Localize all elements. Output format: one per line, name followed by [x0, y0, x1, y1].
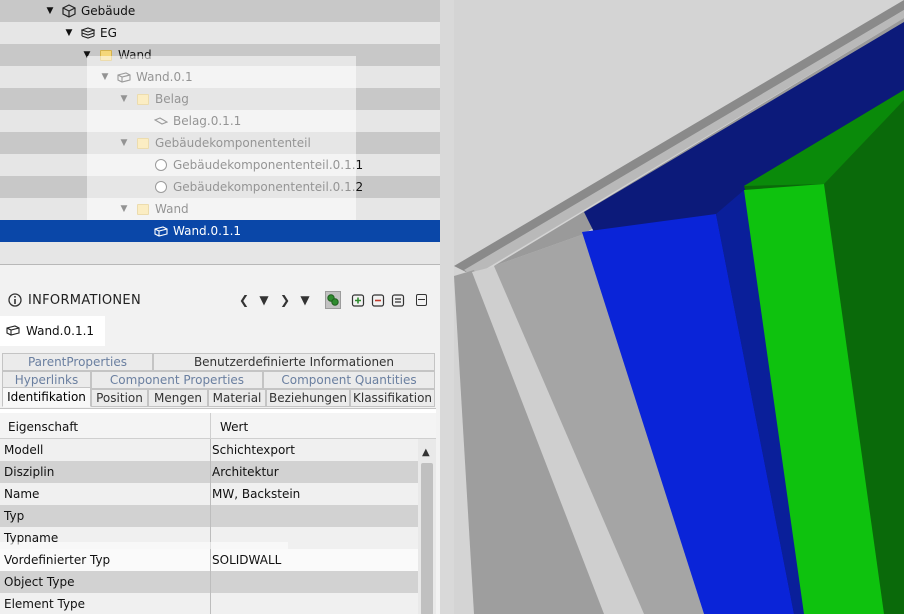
circle-icon	[154, 158, 168, 172]
tab-identifikation[interactable]: Identifikation	[2, 387, 91, 407]
tree-item-gebaeudekomponententeil-folder[interactable]: ▼ Gebäudekomponententeil	[0, 132, 440, 154]
selected-element-name: Wand.0.1.1	[0, 316, 105, 346]
building-icon	[62, 4, 76, 18]
panel-layout-icon[interactable]	[413, 291, 429, 309]
table-row[interactable]: Disziplin Architektur	[0, 461, 418, 483]
tree-item-gebaeudekomponententeil-0-1-2[interactable]: Gebäudekomponententeil.0.1.2	[0, 176, 440, 198]
scroll-up-icon[interactable]: ▲	[422, 447, 430, 458]
tab-material[interactable]: Material	[208, 389, 266, 407]
grid-header: Eigenschaft Wert	[0, 413, 436, 439]
panel-splitter[interactable]	[440, 0, 454, 614]
table-row[interactable]: Name MW, Backstein	[0, 483, 418, 505]
table-row[interactable]: Typ	[0, 505, 418, 527]
wall-icon	[154, 224, 168, 238]
tree-item-label: Gebäude	[81, 4, 136, 18]
add-item-icon[interactable]	[350, 291, 366, 309]
tab-position[interactable]: Position	[91, 389, 148, 407]
select-object-icon[interactable]	[325, 291, 341, 309]
tab-component-quantities[interactable]: Component Quantities	[263, 371, 435, 389]
tree-item-wand-0-1[interactable]: ▼ Wand.0.1	[0, 66, 440, 88]
tree-item-label: Gebäudekomponententeil.0.1.2	[173, 180, 364, 194]
property-name: Disziplin	[4, 465, 55, 479]
tree-item-wand-folder[interactable]: ▼ Wand	[0, 44, 440, 66]
info-icon	[8, 293, 22, 307]
folder-icon	[136, 92, 150, 106]
expand-toggle-icon[interactable]: ▼	[118, 204, 130, 214]
expand-toggle-icon[interactable]: ▼	[118, 138, 130, 148]
tree-item-wand-0-1-1[interactable]: Wand.0.1.1	[0, 220, 440, 242]
3d-viewport[interactable]	[454, 0, 904, 614]
tab-parent-properties[interactable]: ParentProperties	[2, 353, 153, 371]
tree-item-wand-subfolder[interactable]: ▼ Wand	[0, 198, 440, 220]
property-name: Modell	[4, 443, 44, 457]
element-name-label: Wand.0.1.1	[26, 324, 95, 338]
back-dropdown-icon[interactable]: ▼	[256, 291, 272, 309]
expand-toggle-icon[interactable]: ▼	[44, 6, 56, 16]
property-name: Name	[4, 487, 40, 501]
left-panel: ▼ Gebäude ▼ EG ▼ Wand ▼ Wand.0.1 ▼ Belag…	[0, 0, 440, 614]
wall-icon	[117, 70, 131, 84]
folder-icon	[99, 48, 113, 62]
property-value: Schichtexport	[212, 443, 295, 457]
property-value: Architektur	[212, 465, 279, 479]
tree-item-label: EG	[100, 26, 117, 40]
column-header-value[interactable]: Wert	[220, 420, 248, 434]
model-tree[interactable]: ▼ Gebäude ▼ EG ▼ Wand ▼ Wand.0.1 ▼ Belag…	[0, 0, 440, 265]
tree-item-label: Belag.0.1.1	[173, 114, 242, 128]
expand-toggle-icon[interactable]: ▼	[99, 72, 111, 82]
tab-component-properties[interactable]: Component Properties	[91, 371, 263, 389]
covering-icon	[154, 114, 168, 128]
scrollbar-thumb[interactable]	[421, 463, 433, 614]
tree-item-label: Wand.0.1	[136, 70, 193, 84]
tree-item-label: Gebäudekomponententeil	[155, 136, 311, 150]
tree-item-label: Belag	[155, 92, 189, 106]
tree-item-label: Gebäudekomponententeil.0.1.1	[173, 158, 364, 172]
back-icon[interactable]: ❮	[236, 291, 252, 309]
table-row[interactable]: Vordefinierter Typ SOLIDWALL	[0, 549, 418, 571]
tree-item-storey[interactable]: ▼ EG	[0, 22, 440, 44]
wall-icon	[6, 323, 20, 340]
tab-benutzerdefinierte-informationen[interactable]: Benutzerdefinierte Informationen	[153, 353, 435, 371]
property-name: Vordefinierter Typ	[4, 553, 111, 567]
forward-icon[interactable]: ❯	[277, 291, 293, 309]
property-name: Typ	[4, 509, 25, 523]
panel-title: INFORMATIONEN	[28, 293, 141, 308]
storey-icon	[81, 26, 95, 40]
property-value: MW, Backstein	[212, 487, 301, 501]
expand-toggle-icon[interactable]: ▼	[118, 94, 130, 104]
folder-icon	[136, 136, 150, 150]
property-name: Element Type	[4, 597, 86, 611]
property-value: SOLIDWALL	[212, 553, 282, 567]
table-row[interactable]: Element Type	[0, 593, 418, 614]
edit-item-icon[interactable]	[390, 291, 406, 309]
tree-item-label: Wand.0.1.1	[173, 224, 242, 238]
circle-icon	[154, 180, 168, 194]
folder-icon	[136, 202, 150, 216]
remove-item-icon[interactable]	[370, 291, 386, 309]
vertical-scrollbar[interactable]: ▲	[418, 439, 436, 614]
wall-layers-render	[454, 0, 904, 614]
tree-item-belag-folder[interactable]: ▼ Belag	[0, 88, 440, 110]
tree-item-belag-0-1-1[interactable]: Belag.0.1.1	[0, 110, 440, 132]
property-grid[interactable]: Eigenschaft Wert Modell Schichtexport Di…	[0, 408, 436, 614]
tree-bottom-border	[0, 264, 440, 265]
tree-item-label: Wand	[155, 202, 189, 216]
forward-dropdown-icon[interactable]: ▼	[297, 291, 313, 309]
tree-item-label: Wand	[118, 48, 152, 62]
property-name: Object Type	[4, 575, 75, 589]
tab-mengen[interactable]: Mengen	[148, 389, 208, 407]
column-header-property[interactable]: Eigenschaft	[8, 420, 78, 434]
table-row[interactable]: Modell Schichtexport	[0, 439, 418, 461]
table-row[interactable]: Object Type	[0, 571, 418, 593]
expand-toggle-icon[interactable]: ▼	[81, 50, 93, 60]
tab-klassifikation[interactable]: Klassifikation	[350, 389, 435, 407]
tab-beziehungen[interactable]: Beziehungen	[266, 389, 350, 407]
tree-item-gebaeudekomponententeil-0-1-1[interactable]: Gebäudekomponententeil.0.1.1	[0, 154, 440, 176]
tree-empty-row	[0, 242, 440, 264]
expand-toggle-icon[interactable]: ▼	[63, 28, 75, 38]
tree-item-building[interactable]: ▼ Gebäude	[0, 0, 440, 22]
